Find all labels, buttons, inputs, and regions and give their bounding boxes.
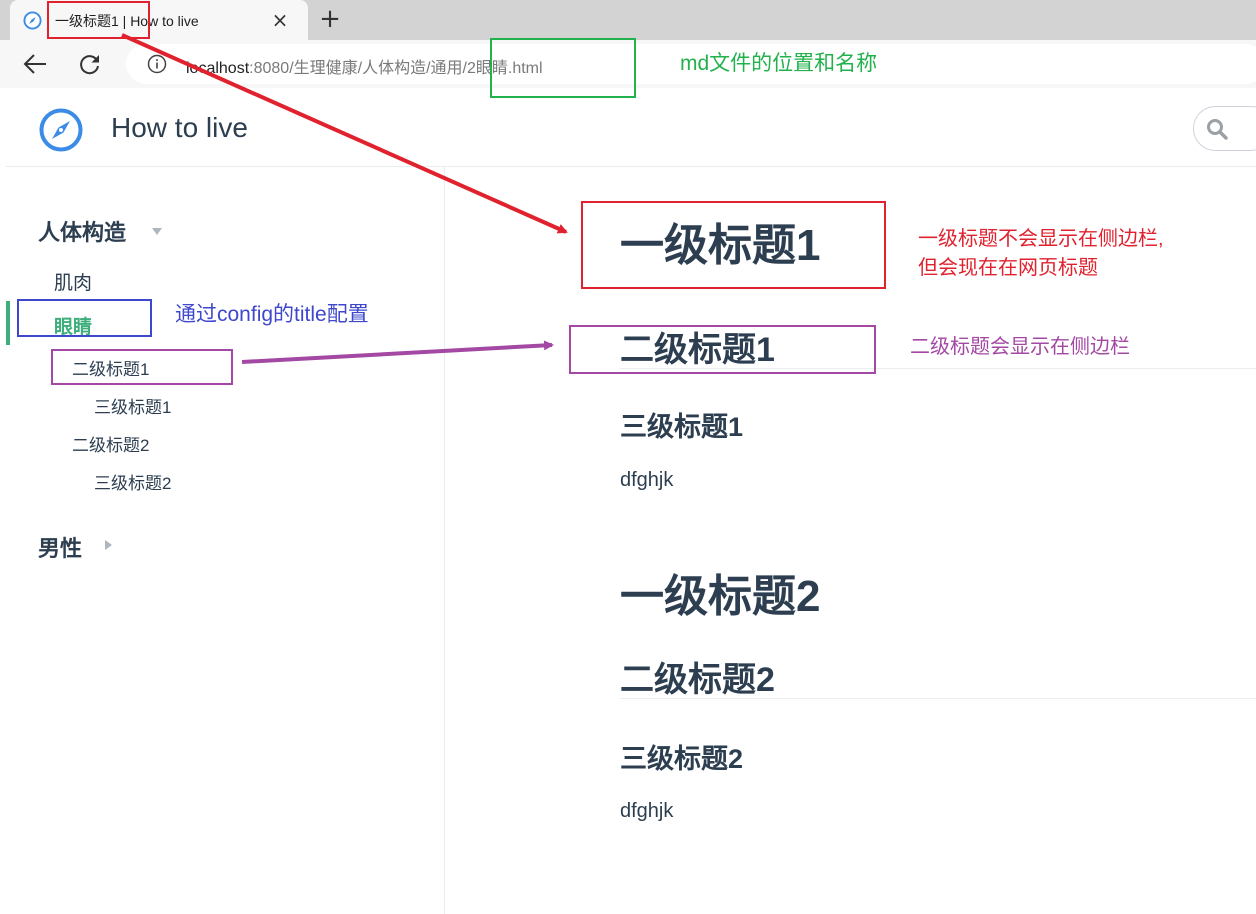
heading-1-b: 一级标题2 [620, 572, 821, 621]
chevron-right-icon [105, 540, 112, 550]
heading-3-a: 三级标题1 [620, 412, 744, 442]
compass-icon [23, 11, 42, 30]
url-host: localhost [186, 60, 250, 77]
annotation-config-title: 通过config的title配置 [175, 303, 369, 326]
paragraph-b: dfghjk [620, 800, 674, 822]
sidebar-link-h3-2[interactable]: 三级标题2 [94, 469, 171, 494]
sidebar-group-body-structure[interactable]: 人体构造 [38, 215, 126, 247]
annotation-box-h1 [581, 201, 886, 289]
annotation-box-sidebar-title [17, 299, 152, 337]
sidebar-link-h3-1[interactable]: 三级标题1 [94, 393, 171, 418]
site-title[interactable]: How to live [111, 112, 248, 144]
heading-2-b: 二级标题2 [620, 661, 775, 699]
sidebar-link-h2-2[interactable]: 二级标题2 [72, 431, 149, 456]
info-icon[interactable] [147, 54, 167, 74]
reload-icon[interactable] [78, 52, 102, 76]
back-arrow-icon[interactable] [22, 52, 48, 76]
plus-icon[interactable]: + [318, 6, 342, 32]
annotation-h2-note: 二级标题会显示在侧边栏 [910, 336, 1130, 358]
annotation-box-sidebar-h2 [51, 349, 233, 385]
heading-3-b: 三级标题2 [620, 744, 744, 774]
paragraph-a: dfghjk [620, 469, 674, 491]
search-icon [1207, 119, 1228, 140]
close-icon[interactable]: × [270, 10, 290, 30]
heading-rule [620, 698, 1256, 699]
compass-logo-icon[interactable] [39, 108, 83, 152]
sidebar-group-male[interactable]: 男性 [38, 531, 82, 563]
active-indicator [6, 301, 10, 345]
annotation-h1-note-line2: 但会现在在网页标题 [918, 257, 1098, 279]
annotation-box-h2 [569, 325, 876, 374]
chevron-down-icon [152, 228, 162, 235]
annotation-md-file: md文件的位置和名称 [680, 52, 878, 75]
screenshot-root: 一级标题1 | How to live × + localhost:8080/生… [0, 0, 1256, 914]
annotation-h1-note-line1: 一级标题不会显示在侧边栏, [918, 228, 1164, 250]
sidebar-item-muscle[interactable]: 肌肉 [54, 268, 92, 295]
annotation-box-filename [490, 38, 636, 98]
annotation-box-tab-title [47, 1, 150, 39]
